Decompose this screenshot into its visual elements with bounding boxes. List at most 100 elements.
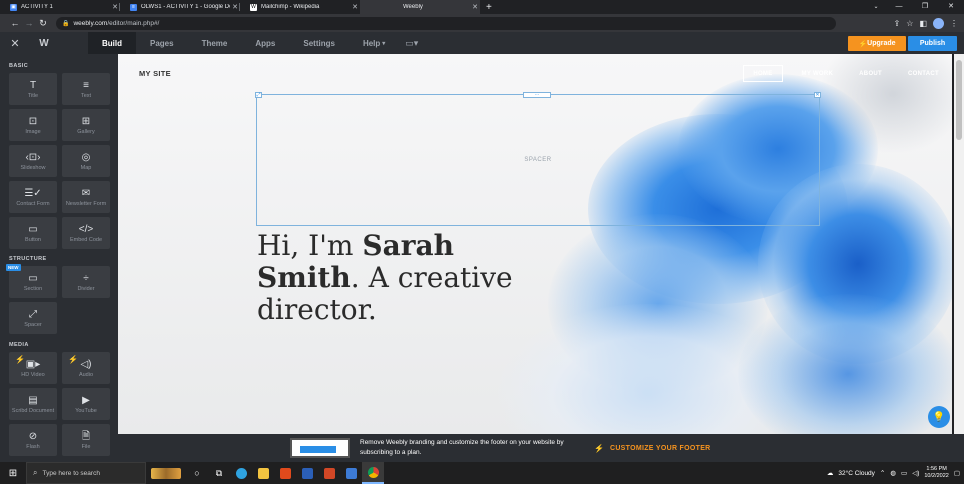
cortana-widget-icon[interactable] <box>146 462 186 484</box>
restore-icon[interactable]: ❐ <box>912 0 938 14</box>
element-sidebar: BASIC T Title ≡ Text ⊡ Image ⊞ Gallery ‹… <box>0 54 118 462</box>
chrome-icon[interactable] <box>362 462 384 484</box>
back-icon[interactable]: ← <box>8 18 22 28</box>
element-file[interactable]: 🗎 File <box>62 424 110 456</box>
element-audio[interactable]: ⚡ ◁) Audio <box>62 352 110 384</box>
cloudy-weather-icon[interactable]: ☁ <box>827 469 834 477</box>
element-button[interactable]: ▭ Button <box>9 217 57 249</box>
notifications-icon[interactable]: ▢ <box>954 469 960 477</box>
word-icon[interactable] <box>296 462 318 484</box>
drag-handle-icon[interactable]: ··· <box>523 92 551 98</box>
nav-contact-link[interactable]: CONTACT <box>895 65 952 82</box>
scrollbar-thumb[interactable] <box>956 60 962 140</box>
delete-block-icon[interactable]: ✕ <box>814 92 821 98</box>
element-flash[interactable]: ⊘ Flash <box>9 424 57 456</box>
browser-tab-2[interactable]: ≡ OLWS1 - ACTIVITY 1 - Google Docs ✕ <box>120 0 240 14</box>
element-text[interactable]: ≡ Text <box>62 73 110 105</box>
device-preview-icon[interactable]: ▭▾ <box>405 38 418 49</box>
element-slideshow[interactable]: ‹⊡› Slideshow <box>9 145 57 177</box>
edge-icon[interactable] <box>230 462 252 484</box>
new-tab-icon[interactable]: + <box>486 2 492 13</box>
weebly-logo-icon[interactable]: W <box>30 38 58 49</box>
volume-icon[interactable]: ◁) <box>912 469 919 477</box>
site-title[interactable]: MY SITE <box>139 69 171 78</box>
office-icon[interactable] <box>274 462 296 484</box>
clock[interactable]: 1:56 PM 10/2/2022 <box>924 466 948 480</box>
publish-label: Publish <box>919 40 946 47</box>
tab-theme[interactable]: Theme <box>188 32 242 54</box>
element-embed-code[interactable]: </> Embed Code <box>62 217 110 249</box>
windows-start-icon[interactable]: ⊞ <box>0 468 26 479</box>
page-scrollbar[interactable] <box>954 54 964 434</box>
tab-apps[interactable]: Apps <box>241 32 289 54</box>
cortana-icon[interactable]: ○ <box>186 462 208 484</box>
element-spacer[interactable]: ⤢ Spacer <box>9 302 57 334</box>
element-youtube[interactable]: ▶ YouTube <box>62 388 110 420</box>
side-panel-icon[interactable]: ◧ <box>919 19 927 28</box>
minimize-icon[interactable]: — <box>886 0 912 14</box>
publish-button[interactable]: Publish <box>908 36 957 51</box>
close-tab-icon[interactable]: ✕ <box>230 3 240 11</box>
tab-search-icon[interactable]: ⌄ <box>866 0 886 14</box>
browser-tab-3[interactable]: W Mailchimp - Wikipedia ✕ <box>240 0 360 14</box>
element-map[interactable]: ◎ Map <box>62 145 110 177</box>
move-handle-icon[interactable]: ⤢ <box>255 92 262 98</box>
lock-icon[interactable]: 🔒 <box>62 20 69 27</box>
url-field[interactable]: 🔒 weebly.com /editor/main.php#/ <box>56 16 836 30</box>
element-image[interactable]: ⊡ Image <box>9 109 57 141</box>
bookmark-star-icon[interactable]: ☆ <box>906 19 913 28</box>
forward-icon[interactable]: → <box>22 18 36 28</box>
element-title[interactable]: T Title <box>9 73 57 105</box>
element-scribd-document[interactable]: ▤ Scribd Document <box>9 388 57 420</box>
element-contact-form[interactable]: ☰✓ Contact Form <box>9 181 57 213</box>
search-placeholder: Type here to search <box>42 469 100 477</box>
tab-pages[interactable]: Pages <box>136 32 188 54</box>
element-gallery[interactable]: ⊞ Gallery <box>62 109 110 141</box>
element-newsletter-form[interactable]: ✉ Newsletter Form <box>62 181 110 213</box>
taskbar-search-field[interactable]: ⌕ Type here to search <box>26 462 146 484</box>
spacer-label: SPACER <box>524 157 552 163</box>
spacer-block[interactable]: ⤢ ··· ✕ SPACER <box>255 92 821 226</box>
file-explorer-icon[interactable] <box>252 462 274 484</box>
flash-icon: ⊘ <box>28 430 38 442</box>
nav-my-work-link[interactable]: MY WORK <box>789 65 847 82</box>
close-window-icon[interactable]: ✕ <box>938 0 964 14</box>
task-view-icon[interactable]: ⧉ <box>208 462 230 484</box>
close-editor-icon[interactable]: ✕ <box>0 37 30 50</box>
wikipedia-icon: W <box>250 3 257 11</box>
element-hd-video[interactable]: ⚡ ▣▸ HD Video <box>9 352 57 384</box>
tray-overflow-icon[interactable]: ⌃ <box>880 469 885 477</box>
tab-help[interactable]: Help ▾ <box>349 32 399 54</box>
footer-promo-message: Remove Weebly branding and customize the… <box>360 439 564 456</box>
store-icon[interactable] <box>340 462 362 484</box>
customize-footer-link[interactable]: CUSTOMIZE YOUR FOOTER <box>610 445 711 452</box>
address-bar-row: ← → ↻ 🔒 weebly.com /editor/main.php#/ ⇪ … <box>0 14 964 32</box>
powerpoint-icon[interactable] <box>318 462 340 484</box>
close-tab-icon[interactable]: ✕ <box>470 3 480 11</box>
help-lightbulb-button[interactable]: 💡 <box>928 406 950 428</box>
element-divider[interactable]: ÷ Divider <box>62 266 110 298</box>
hero-heading[interactable]: Hi, I'm Sarah Smith. A creative director. <box>257 230 557 326</box>
close-tab-icon[interactable]: ✕ <box>110 3 120 11</box>
editor-toolbar: ✕ W Build Pages Theme Apps Settings Help… <box>0 32 964 54</box>
lightning-icon: ⚡ <box>858 40 868 48</box>
reload-icon[interactable]: ↻ <box>36 18 50 29</box>
browser-tab-4[interactable]: Weebly ✕ <box>360 0 480 14</box>
network-icon[interactable]: ◍ <box>890 469 896 477</box>
tab-build[interactable]: Build <box>88 32 136 54</box>
nav-about-link[interactable]: ABOUT <box>846 65 895 82</box>
battery-icon[interactable]: ▭ <box>901 469 907 477</box>
weather-label[interactable]: 32°C Cloudy <box>838 470 875 477</box>
close-tab-icon[interactable]: ✕ <box>350 3 360 11</box>
profile-avatar[interactable] <box>933 17 944 29</box>
title-icon: T <box>29 79 37 91</box>
browser-menu-icon[interactable]: ⋮ <box>950 19 958 28</box>
share-icon[interactable]: ⇪ <box>894 19 901 28</box>
slideshow-icon: ‹⊡› <box>25 151 41 163</box>
tab-title: OLWS1 - ACTIVITY 1 - Google Docs <box>141 4 230 10</box>
upgrade-button[interactable]: ⚡ Upgrade <box>848 36 906 51</box>
tab-settings[interactable]: Settings <box>289 32 349 54</box>
browser-tab-1[interactable]: ▣ ACTIVITY 1 ✕ <box>0 0 120 14</box>
site-canvas[interactable]: MY SITE HOME MY WORK ABOUT CONTACT ⤢ ···… <box>118 54 952 434</box>
nav-home-link[interactable]: HOME <box>743 65 783 82</box>
